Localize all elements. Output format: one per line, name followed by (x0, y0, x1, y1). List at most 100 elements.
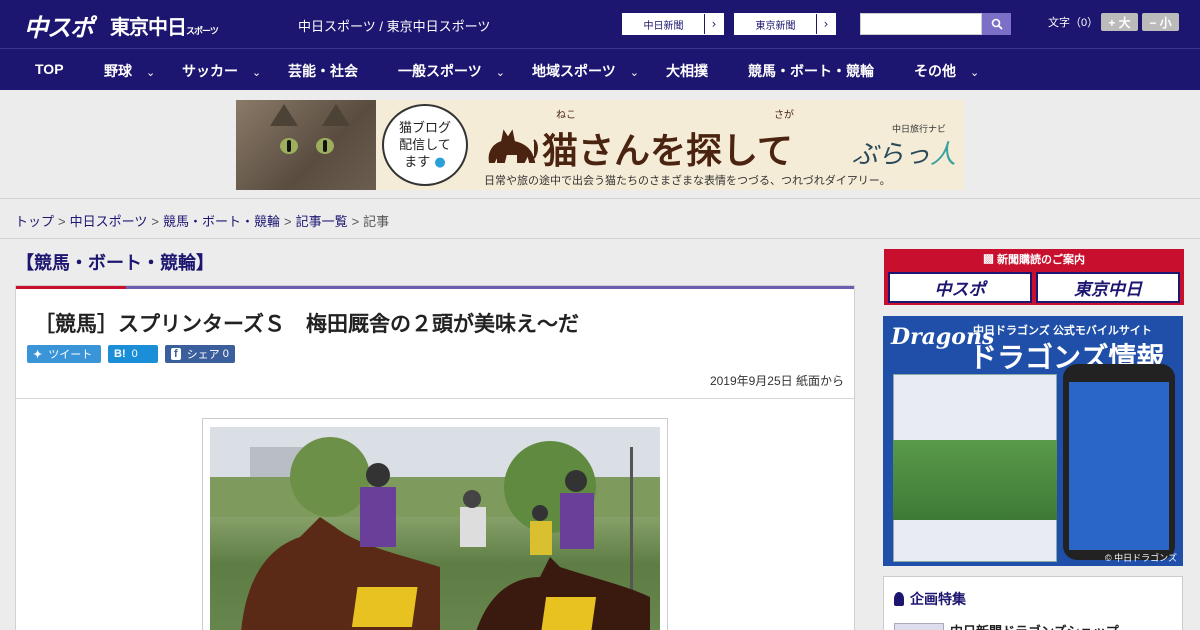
cat-silhouette-icon (488, 129, 538, 163)
article-accent-line (126, 286, 854, 289)
article-title: ［競馬］スプリンターズＳ 梅田厩舎の２頭が美味え～だ (34, 313, 579, 336)
nav-label: 野球 (104, 63, 132, 79)
site-header: 中スポ 東京中日スポーツ 中日スポーツ / 東京中日スポーツ 中日新聞 › 東京… (0, 0, 1200, 48)
subscription-box[interactable]: ▩ 新聞購読のご案内 中スポ 東京中日 (884, 249, 1184, 305)
tokyo-shimbun-button[interactable]: 東京新聞 › (734, 13, 836, 35)
breadcrumb-chunichi-sports[interactable]: 中日スポーツ (70, 214, 148, 229)
chunichi-shimbun-button[interactable]: 中日新聞 › (622, 13, 724, 35)
chevron-down-icon: ⌄ (495, 67, 505, 79)
nav-item-baseball[interactable]: 野球 ⌄ (104, 61, 155, 81)
hatena-bookmark-button[interactable]: B! 0 (108, 345, 158, 363)
nav-item-regional-sports[interactable]: 地域スポーツ ⌄ (532, 61, 639, 81)
cat-ear (322, 104, 350, 126)
twitter-icon: ✦ (33, 348, 43, 361)
tokyo-shimbun-label: 東京新聞 (755, 20, 796, 32)
chuspo-logo[interactable]: 中スポ (24, 8, 94, 43)
chuspo-subscription-logo[interactable]: 中スポ (888, 272, 1032, 303)
racehorse-photo-illustration (210, 427, 660, 630)
nav-item-top[interactable]: TOP (35, 61, 64, 77)
hatena-icon: B! (114, 348, 126, 360)
font-smaller-button[interactable]: − 小 (1142, 13, 1179, 31)
main-nav: TOP 野球 ⌄ サッカー ⌄ 芸能・社会 一般スポーツ ⌄ 地域スポーツ ⌄ 大相撲 … (0, 48, 1200, 90)
tokyo-chunichi-logo-small: スポーツ (186, 27, 219, 37)
chunichi-shimbun-label: 中日新聞 (643, 20, 684, 32)
ruby-neko: ねこ (556, 110, 576, 121)
facebook-label: シェア (186, 349, 220, 361)
nav-label: サッカー (182, 63, 238, 79)
cat-photo (236, 100, 376, 190)
article-card: ［競馬］スプリンターズＳ 梅田厩舎の２頭が美味え～だ ✦ ツイート B! 0 f… (15, 285, 855, 630)
medal-icon (894, 592, 904, 606)
phone-screen-graphic (1069, 382, 1169, 550)
bubble-line: 配信して (399, 137, 451, 153)
nav-label: TOP (35, 61, 64, 77)
hatena-count: 0 (131, 348, 138, 360)
article-photo[interactable] (210, 427, 660, 630)
nav-label: 地域スポーツ (532, 63, 616, 79)
article-date: 2019年9月25日 紙面から (709, 374, 844, 388)
newspaper-icon: ▩ (982, 254, 994, 266)
breadcrumb-article-list[interactable]: 記事一覧 (296, 214, 348, 229)
cat-eye (316, 138, 334, 154)
tokyo-chunichi-logo-text: 東京中日 (110, 15, 187, 39)
chevron-down-icon: ⌄ (146, 67, 156, 79)
search-input[interactable] (860, 13, 982, 35)
chevron-down-icon: ⌄ (252, 67, 262, 79)
cat-blog-banner[interactable]: 猫ブログ 配信して ます ● ねこ さが 猫さんを探して 中日旅行ナビ ぶらっ人… (236, 100, 964, 190)
dragons-mobile-ad[interactable]: Dragons 中日ドラゴンズ 公式モバイルサイト ドラゴンズ情報 © 中日ドラ… (883, 316, 1183, 566)
breadcrumb-separator: > (151, 214, 159, 229)
facebook-count: 0 (222, 348, 229, 360)
chevron-down-icon: ⌄ (970, 67, 980, 79)
font-size-label: 文字（0） (1048, 17, 1099, 29)
subscription-heading-text: 新聞購読のご案内 (997, 254, 1086, 266)
nav-item-other[interactable]: その他 ⌄ (914, 61, 979, 81)
banner-subtitle: 日常や旅の途中で出会う猫たちのさまざまな表情をつづる、つれづれダイアリー。 (484, 174, 891, 187)
bubble-line: ます (404, 154, 431, 170)
cat-ear (270, 104, 298, 126)
nav-item-general-sports[interactable]: 一般スポーツ ⌄ (398, 61, 505, 81)
divider (16, 398, 854, 399)
feature-thumbnail[interactable] (894, 623, 944, 630)
chevron-down-icon: ⌄ (629, 67, 639, 79)
breadcrumb-separator: > (351, 214, 360, 229)
font-larger-button[interactable]: + 大 (1101, 13, 1138, 31)
subscription-heading: ▩ 新聞購読のご案内 (886, 251, 1182, 269)
nav-label: 一般スポーツ (398, 63, 482, 79)
facebook-share-button[interactable]: f シェア 0 (165, 345, 235, 363)
tokyo-chunichi-logo[interactable]: 東京中日スポーツ (110, 11, 219, 40)
breadcrumb: トップ > 中日スポーツ > 競馬・ボート・競輪 > 記事一覧 > 記事 (15, 211, 389, 230)
category-heading: 【競馬・ボート・競輪】 (16, 253, 214, 273)
facebook-icon: f (171, 348, 181, 360)
breadcrumb-current: 記事 (363, 214, 390, 229)
feature-box: 企画特集 中日新聞ドラゴンズショップ (883, 576, 1183, 630)
banner-title: 猫さんを探して (542, 131, 793, 172)
dragons-copyright: © 中日ドラゴンズ (1105, 553, 1177, 563)
bubble-line: 猫ブログ (398, 120, 451, 136)
breadcrumb-bar: トップ > 中日スポーツ > 競馬・ボート・競輪 > 記事一覧 > 記事 (0, 198, 1200, 239)
dragons-field-graphic (893, 440, 1057, 520)
speech-bubble: 猫ブログ 配信して ます ● (382, 104, 468, 186)
tokyo-chunichi-subscription-logo[interactable]: 東京中日 (1036, 272, 1180, 303)
nav-label: 大相撲 (666, 63, 708, 79)
nav-item-racing[interactable]: 競馬・ボート・競輪 (748, 61, 874, 81)
breadcrumb-top[interactable]: トップ (15, 214, 54, 229)
nav-label: 芸能・社会 (288, 63, 358, 79)
breadcrumb-racing[interactable]: 競馬・ボート・競輪 (163, 214, 280, 229)
feature-title-text: 企画特集 (910, 591, 966, 607)
tweet-label: ツイート (48, 349, 93, 361)
nav-item-sumo[interactable]: 大相撲 (666, 61, 708, 81)
chevron-right-icon: › (816, 14, 835, 34)
nav-label: その他 (914, 63, 956, 79)
site-name: 中日スポーツ / 東京中日スポーツ (298, 19, 491, 34)
feature-title: 企画特集 (894, 589, 966, 609)
chevron-right-icon: › (704, 14, 723, 34)
tweet-button[interactable]: ✦ ツイート (27, 345, 101, 363)
nav-item-soccer[interactable]: サッカー ⌄ (182, 61, 261, 81)
feature-item-link[interactable]: 中日新聞ドラゴンズショップ (950, 621, 1119, 630)
article-accent-line (16, 286, 126, 289)
ruby-saga: さが (774, 110, 794, 121)
nav-item-entertainment[interactable]: 芸能・社会 (288, 61, 358, 81)
breadcrumb-separator: > (283, 214, 292, 229)
search-icon (991, 18, 1003, 30)
search-button[interactable] (982, 13, 1011, 35)
